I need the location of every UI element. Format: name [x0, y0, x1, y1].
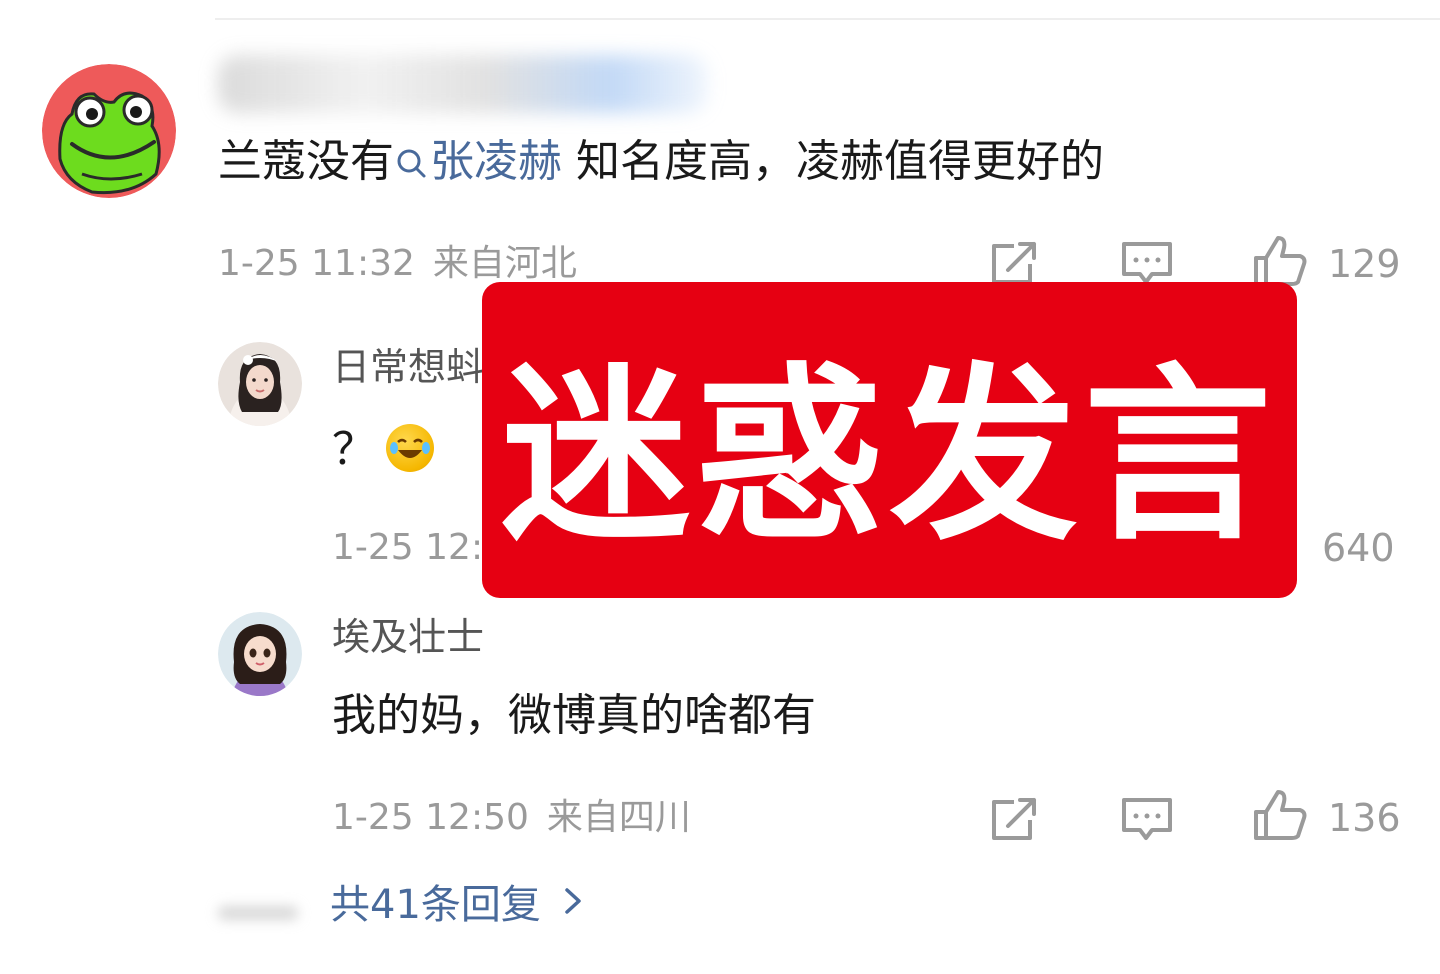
redacted-line [218, 906, 298, 920]
search-icon [397, 149, 426, 178]
comment-text-prefix: 兰蔻没有 [218, 136, 394, 187]
view-replies-link[interactable]: 共41条回复 [330, 880, 583, 930]
avatar[interactable] [218, 612, 302, 696]
laughing-tears-emoji-icon [386, 424, 434, 472]
topic-mention-label: 张凌赫 [430, 136, 562, 187]
reply-text: 我的妈，微博真的啥都有 [332, 690, 816, 741]
view-replies-label: 共41条回复 [330, 882, 541, 928]
illustrated-girl-avatar-icon [218, 612, 302, 696]
comment-time: 1-25 11:32 [218, 243, 415, 284]
avatar[interactable] [218, 342, 302, 426]
frog-avatar-icon [42, 64, 176, 198]
comment-location: 来自河北 [432, 243, 577, 284]
like-icon[interactable] [1252, 788, 1308, 842]
top-divider [215, 18, 1440, 20]
comment-icon[interactable] [1120, 240, 1174, 288]
avatar[interactable] [42, 64, 176, 198]
like-count: 129 [1328, 242, 1401, 286]
comment-icon[interactable] [1120, 796, 1174, 844]
share-icon[interactable] [988, 796, 1042, 844]
reply-meta: 1-25 12:50 来自四川 [332, 796, 691, 840]
reply-username[interactable]: 埃及壮士 [332, 614, 484, 660]
comment-meta: 1-25 11:32 来自河北 [218, 242, 577, 286]
overlay-stamp: 迷惑发言 [482, 282, 1297, 598]
reply-location: 来自四川 [546, 797, 691, 838]
chevron-right-icon [565, 888, 581, 914]
overlay-stamp-label: 迷惑发言 [501, 347, 1278, 566]
reply-username[interactable]: 日常想蚪 [332, 344, 484, 390]
like-icon[interactable] [1252, 234, 1308, 288]
username-redacted [218, 55, 708, 113]
reply-text: ？ [332, 424, 376, 475]
reply-time: 1-25 12:50 [332, 797, 529, 838]
reply-meta: 1-25 12: [332, 526, 483, 570]
share-icon[interactable] [988, 240, 1042, 288]
reply-time: 1-25 12: [332, 527, 484, 568]
topic-mention-link[interactable]: 张凌赫 [394, 136, 562, 187]
comment-text: 兰蔻没有 张凌赫 知名度高，凌赫值得更好的 [218, 136, 1104, 188]
comment-text-suffix: 知名度高，凌赫值得更好的 [562, 136, 1104, 187]
user-photo-avatar-icon [218, 342, 302, 426]
reply-like-count: 640 [1322, 526, 1395, 570]
like-count: 136 [1328, 796, 1401, 840]
